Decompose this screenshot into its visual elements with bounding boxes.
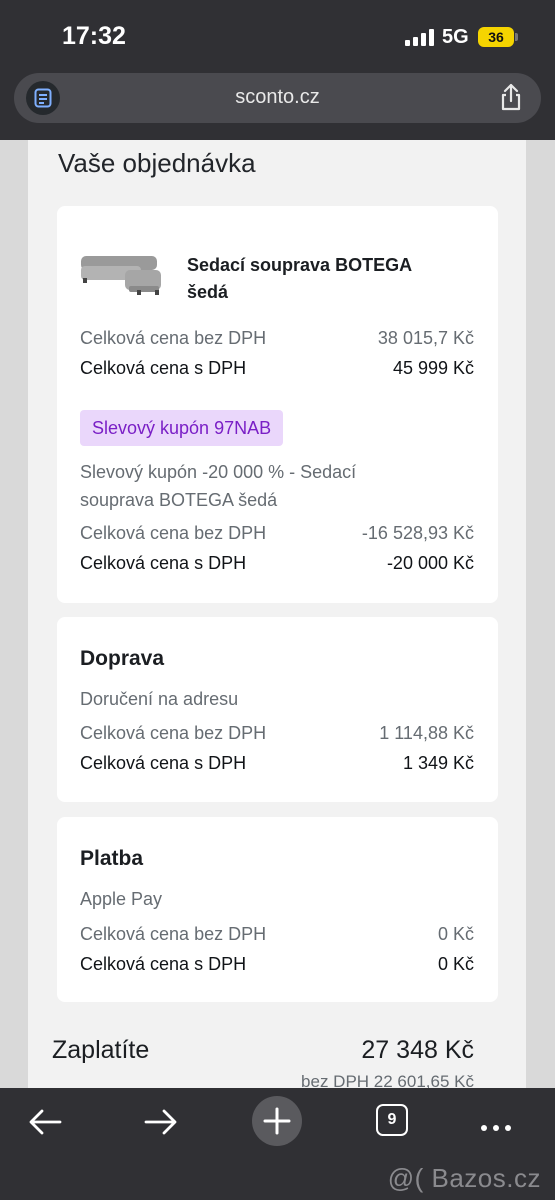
- battery-icon: 36: [478, 27, 514, 47]
- payment-card: Platba Apple Pay Celková cena bez DPH 0 …: [57, 817, 498, 1002]
- payment-method: Apple Pay: [80, 889, 163, 909]
- plus-icon: [263, 1107, 291, 1135]
- price-value: -16 528,93 Kč: [361, 523, 474, 543]
- price-label: Celková cena s DPH: [80, 954, 247, 974]
- price-label: Celková cena bez DPH: [80, 723, 267, 743]
- shipping-method: Doručení na adresu: [80, 689, 239, 709]
- total-net-note: bez DPH 22 601,65 Kč: [301, 1072, 474, 1088]
- page-content: Vaše objednávka Sedací souprava BOTEGA š…: [0, 140, 555, 1088]
- payment-net-row: Celková cena bez DPH 0 Kč: [80, 924, 474, 948]
- shipping-title: Doprava: [80, 647, 165, 670]
- coupon-net-row: Celková cena bez DPH -16 528,93 Kč: [80, 523, 474, 547]
- price-label: Celková cena s DPH: [80, 553, 247, 573]
- price-label: Celková cena bez DPH: [80, 523, 267, 543]
- price-value: 0 Kč: [437, 954, 474, 974]
- price-label: Celková cena bez DPH: [80, 924, 267, 944]
- network-type: 5G: [442, 26, 469, 48]
- shipping-card: Doprava Doručení na adresu Celková cena …: [57, 617, 498, 802]
- coupon-description: Slevový kupón -20 000 % - Sedací souprav…: [80, 462, 357, 510]
- battery-tip: [515, 33, 518, 41]
- more-menu-icon[interactable]: [481, 1118, 517, 1136]
- total-value: 27 348 Kč: [361, 1036, 474, 1064]
- order-summary: Vaše objednávka Sedací souprava BOTEGA š…: [28, 140, 526, 1088]
- forward-arrow-icon[interactable]: [136, 1102, 186, 1142]
- total-label: Zaplatíte: [52, 1036, 150, 1064]
- product-gross-row: Celková cena s DPH 45 999 Kč: [80, 358, 474, 382]
- product-card: Sedací souprava BOTEGA šedá Celková cena…: [57, 206, 498, 603]
- price-value: 45 999 Kč: [392, 358, 474, 378]
- price-label: Celková cena s DPH: [80, 358, 247, 378]
- new-tab-button[interactable]: [252, 1096, 302, 1146]
- price-label: Celková cena bez DPH: [80, 328, 267, 348]
- url-text[interactable]: sconto.cz: [14, 86, 541, 109]
- product-name[interactable]: Sedací souprava BOTEGA šedá: [187, 252, 457, 306]
- sofa-image: [81, 256, 161, 295]
- status-time: 17:32: [62, 22, 126, 50]
- bazos-watermark: @( Bazos.cz: [387, 1163, 541, 1193]
- share-icon[interactable]: [499, 83, 523, 116]
- payment-title: Platba: [80, 847, 144, 870]
- price-value: 1 349 Kč: [402, 753, 474, 773]
- product-net-row: Celková cena bez DPH 38 015,7 Kč: [80, 328, 474, 352]
- price-value: -20 000 Kč: [386, 553, 474, 573]
- browser-top-bar: 17:32 5G 36 sconto.cz: [0, 0, 555, 140]
- price-value: 0 Kč: [437, 924, 474, 944]
- payment-gross-row: Celková cena s DPH 0 Kč: [80, 954, 474, 978]
- signal-icon: [405, 28, 435, 46]
- coupon-gross-row: Celková cena s DPH -20 000 Kč: [80, 553, 474, 577]
- back-arrow-icon[interactable]: [20, 1102, 70, 1142]
- price-label: Celková cena s DPH: [80, 753, 247, 773]
- browser-toolbar: 9 @( Bazos.cz: [0, 1088, 555, 1200]
- price-value: 1 114,88 Kč: [379, 723, 474, 743]
- coupon-badge: Slevový kupón 97NAB: [80, 410, 284, 446]
- order-title: Vaše objednávka: [58, 148, 256, 178]
- price-value: 38 015,7 Kč: [377, 328, 474, 348]
- address-bar[interactable]: sconto.cz: [14, 73, 541, 123]
- shipping-net-row: Celková cena bez DPH 1 114,88 Kč: [80, 723, 474, 747]
- shipping-gross-row: Celková cena s DPH 1 349 Kč: [80, 753, 474, 777]
- tab-switcher-button[interactable]: 9: [376, 1104, 408, 1136]
